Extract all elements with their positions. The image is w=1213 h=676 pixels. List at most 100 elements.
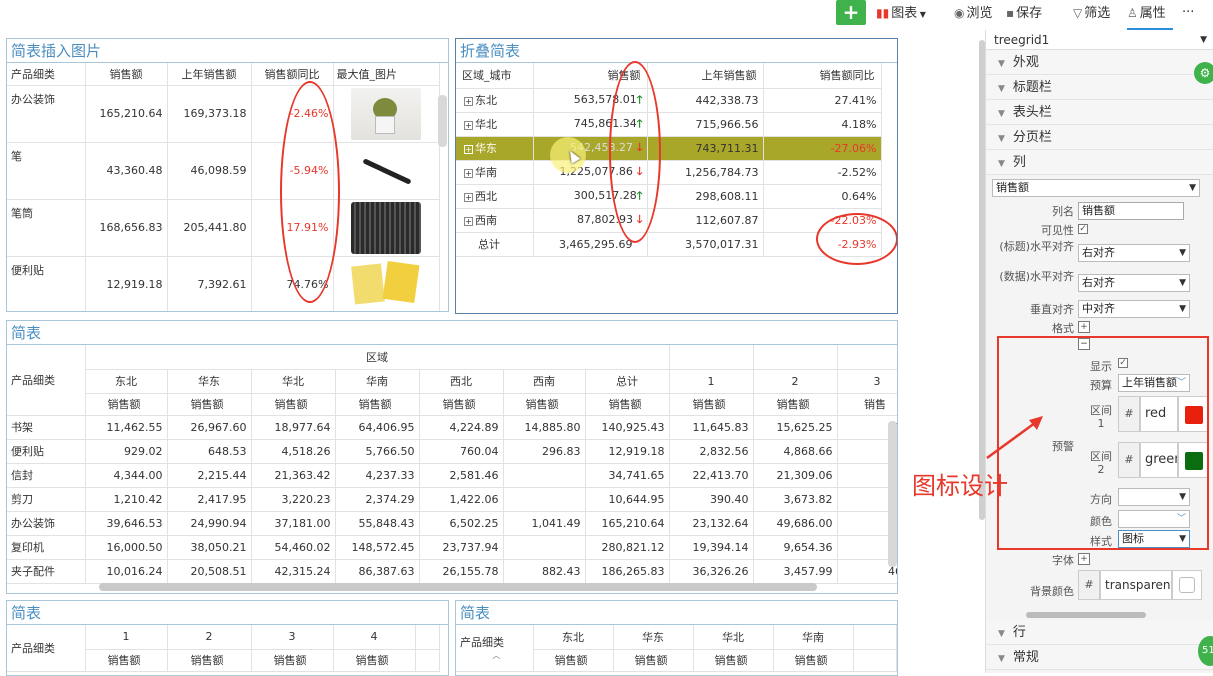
sort-icon[interactable]: ︿: [460, 650, 532, 661]
col-header: 3: [251, 625, 334, 650]
panel-fold-table[interactable]: 折叠简表 区域_城市 销售额 上年销售额 销售额同比 + 东北 563,578.0…: [455, 38, 898, 314]
assistant-fab-icon[interactable]: ⚙: [1194, 62, 1213, 84]
cell-image: [333, 85, 440, 143]
panel-table-5[interactable]: 简表 产品细类 ︿ 东北 华东 华北 华南 销售额 销售额 销售额 销售额: [455, 600, 898, 676]
properties-button[interactable]: ♙ 属性: [1127, 3, 1166, 23]
col-header: 西北: [419, 369, 504, 394]
expand-icon[interactable]: +: [464, 121, 473, 130]
format-expand-button[interactable]: +: [1078, 321, 1090, 333]
table-row[interactable]: + 西南 87,802.93 🡓 112,607.87 -22.03%: [456, 208, 882, 233]
measure-header: 销售: [837, 393, 897, 416]
chart-menu-button[interactable]: ▮▮ 图表 ▼: [876, 3, 926, 23]
panel-image-table[interactable]: 简表插入图片 产品细类 销售额 上年销售额 销售额同比 最大值_图片 办公装饰 …: [6, 38, 449, 312]
expand-icon[interactable]: +: [464, 97, 473, 106]
section-column[interactable]: ▼ 列: [986, 150, 1213, 175]
add-button[interactable]: +: [836, 0, 866, 25]
section-appearance[interactable]: ▼ 外观: [986, 50, 1213, 75]
section-pagination[interactable]: ▼ 分页栏: [986, 125, 1213, 150]
cell-last-year: 7,392.61: [167, 256, 252, 311]
table-row: 笔 43,360.48 46,098.59 -5.94%: [7, 142, 440, 200]
cell-image: [333, 142, 440, 200]
table-row[interactable]: + 华南 1,225,077.86 🡓 1,256,784.73 -2.52%: [456, 160, 882, 185]
vertical-scrollbar[interactable]: [888, 421, 897, 567]
col-header: 华北: [693, 625, 774, 650]
cell-value: 34,741.65: [585, 463, 670, 488]
save-button[interactable]: ▪ 保存: [1006, 3, 1042, 23]
expand-icon[interactable]: +: [464, 217, 473, 226]
plant-image: [351, 87, 421, 140]
cell-value: 648.53: [167, 439, 252, 464]
annotation-text: 图标设计: [912, 472, 1008, 500]
col-header: 西南: [503, 369, 586, 394]
expand-icon[interactable]: +: [464, 145, 473, 154]
cell-category: 笔筒: [7, 199, 86, 257]
small-table: 产品细类 1 2 3 4 销售额 销售额 销售额 销售额: [7, 625, 440, 672]
props-hscroll[interactable]: [1026, 612, 1146, 618]
table-row: 便利贴 929.02 648.53 4,518.26 5,766.50 760.04 296…: [7, 439, 897, 464]
bg-swatch[interactable]: [1172, 570, 1202, 600]
cell-value: 19,394.14: [669, 535, 754, 560]
table-row-selected[interactable]: + 华东 542,458.27 🡓 743,711.31 -27.06%: [456, 136, 882, 161]
col-name-input[interactable]: 销售额: [1078, 202, 1184, 220]
cell-category: 便利贴: [7, 256, 86, 311]
cell-last-year: 298,608.11: [647, 184, 764, 209]
cell-last-year: 715,966.56: [647, 112, 764, 137]
table-row[interactable]: + 华北 745,861.34🡑 715,966.56 4.18%: [456, 112, 882, 137]
vertical-scrollbar[interactable]: [438, 95, 447, 147]
prop-title-align: (标题)水平对齐 右对齐 ▼: [986, 240, 1213, 268]
more-button[interactable]: ···: [1182, 3, 1194, 23]
cell-category: 办公装饰: [7, 85, 86, 143]
section-general[interactable]: ▼ 常规: [986, 645, 1213, 670]
cell-value: 4,224.89: [419, 415, 504, 440]
cell-value: 10,644.95: [585, 487, 670, 512]
caret-down-icon: ▼: [1200, 35, 1207, 45]
cell-value: 929.02: [85, 439, 168, 464]
table-row: 办公装饰 39,646.53 24,990.94 37,181.00 55,848.43…: [7, 511, 897, 536]
measure-header: 销售额: [613, 649, 694, 672]
cell-value: 4,868.66: [753, 439, 838, 464]
col-header: 2: [753, 369, 838, 394]
caret-down-icon: ▼: [1179, 304, 1186, 314]
browse-button[interactable]: ◉ 浏览: [954, 3, 993, 23]
cell-category: 笔: [7, 142, 86, 200]
visible-checkbox[interactable]: ✓: [1078, 224, 1088, 234]
data-align-select[interactable]: 右对齐 ▼: [1078, 274, 1190, 292]
cell-value: 37,181.00: [251, 511, 336, 536]
font-expand-button[interactable]: +: [1078, 553, 1090, 565]
table-row: 办公装饰 165,210.64 169,373.18 -2.46%: [7, 85, 440, 143]
cell-region: + 东北: [456, 88, 534, 113]
column-select[interactable]: 销售额 ▼: [992, 179, 1200, 197]
table-row[interactable]: + 西北 300,517.28🡑 298,608.11 0.64%: [456, 184, 882, 209]
panel-cross-table[interactable]: 简表 产品细类 区域 东北 华东 华北 华南 西北 西南 总计 1 2 3 销售额 销售额 销售额 销售…: [6, 320, 898, 594]
cell-value: 15,625.25: [753, 415, 838, 440]
cell-value: 22,413.70: [669, 463, 754, 488]
panel-title: 折叠简表: [456, 39, 897, 63]
filter-button[interactable]: ▽ 筛选: [1073, 3, 1110, 23]
panel-table-4[interactable]: 简表 产品细类 1 2 3 4 销售额 销售额 销售额 销售额: [6, 600, 449, 676]
section-titlebar[interactable]: ▼ 标题栏: [986, 75, 1213, 100]
measure-header: 销售额: [85, 649, 168, 672]
table-row[interactable]: + 东北 563,578.01🡑 442,338.73 27.41%: [456, 88, 882, 113]
section-row[interactable]: ▼ 行: [986, 620, 1213, 645]
measure-header: 销售额: [503, 393, 586, 416]
measure-header: 销售额: [533, 649, 614, 672]
chevron-down-icon: ▼: [998, 629, 1005, 639]
expand-icon[interactable]: +: [464, 169, 473, 178]
col-header: 2: [167, 625, 252, 650]
cell-image: [333, 256, 440, 311]
col-header: 东北: [533, 625, 614, 650]
cell-region: + 华北: [456, 112, 534, 137]
section-headerbar[interactable]: ▼ 表头栏: [986, 100, 1213, 125]
title-align-select[interactable]: 右对齐 ▼: [1078, 244, 1190, 262]
valign-select[interactable]: 中对齐 ▼: [1078, 300, 1190, 318]
component-select[interactable]: treegrid1 ▼: [986, 30, 1213, 50]
table-row: 笔筒 168,656.83 205,441.80 17.91%: [7, 199, 440, 257]
cell-value: 4,344.00: [85, 463, 168, 488]
cell-value: 6,502.25: [419, 511, 504, 536]
cell-category: 夹子配件: [7, 559, 86, 584]
caret-down-icon: ▼: [1179, 278, 1186, 288]
bg-color-input[interactable]: transparent: [1100, 570, 1172, 600]
col-header: 华南: [335, 369, 420, 394]
expand-icon[interactable]: +: [464, 193, 473, 202]
horizontal-scrollbar[interactable]: [99, 583, 817, 591]
